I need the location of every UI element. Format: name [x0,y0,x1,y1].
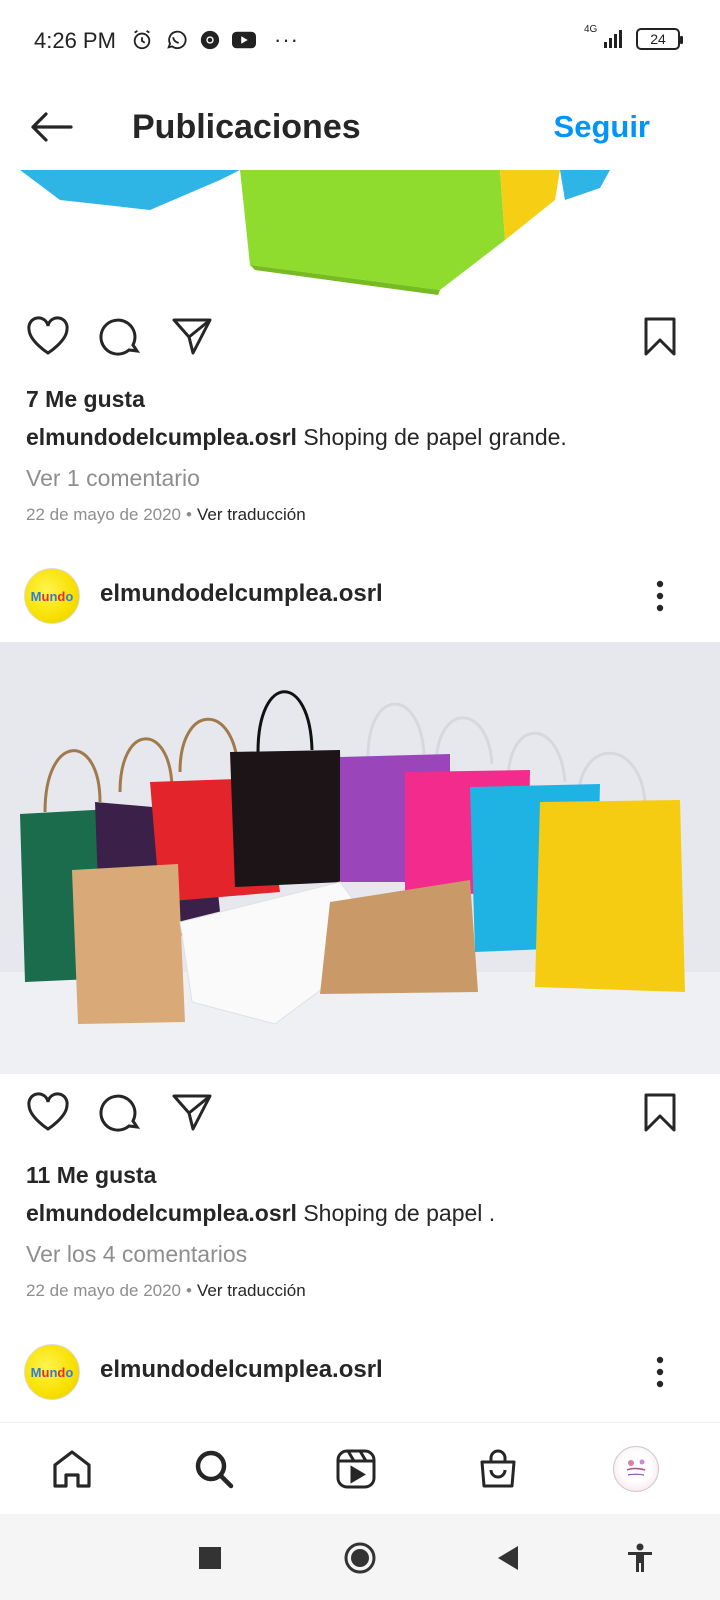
avatar[interactable]: Mundo [24,568,80,624]
post-meta: 22 de mayo de 2020 • Ver traducción [26,1281,306,1301]
nav-search[interactable] [190,1445,238,1493]
nav-reels[interactable] [332,1445,380,1493]
post-username[interactable]: elmundodelcumplea.osrl [100,580,383,608]
translate-link[interactable]: Ver traducción [197,505,306,524]
nav-profile[interactable] [612,1445,660,1493]
like-button[interactable] [24,1088,72,1136]
post-actions [0,1088,720,1144]
more-notifications-icon: ··· [274,27,299,52]
share-button[interactable] [168,1088,216,1136]
status-right: 4G 24 [584,24,683,50]
heart-icon [27,316,69,355]
status-notification-icons: ··· [130,28,299,52]
like-button[interactable] [24,312,72,360]
recents-button[interactable] [190,1538,230,1578]
meta-separator: • [186,505,192,524]
nav-shop[interactable] [474,1445,522,1493]
status-bar: 4:26 PM ··· 4G 24 [0,0,720,84]
network-type: 4G [584,24,598,35]
post-actions [0,312,720,368]
more-options-button[interactable] [642,576,678,616]
bookmark-icon [644,317,676,356]
post-date: 22 de mayo de 2020 [26,505,182,524]
bottom-navigation [0,1422,720,1514]
back-button[interactable] [26,102,76,152]
nav-home[interactable] [48,1445,96,1493]
meta-separator: • [186,1281,192,1300]
post-meta: 22 de mayo de 2020 • Ver traducción [26,505,306,525]
caption-username[interactable]: elmundodelcumplea.osrl [26,1200,297,1226]
post-caption: elmundodelcumplea.osrl Shoping de papel … [26,424,567,451]
post-caption: elmundodelcumplea.osrl Shoping de papel … [26,1200,495,1227]
avatar[interactable]: Mundo [24,1344,80,1400]
save-button[interactable] [636,1088,684,1136]
square-icon [199,1547,221,1569]
home-system-button[interactable] [340,1538,380,1578]
app-header: Publicaciones Seguir [0,84,720,170]
view-comments-link[interactable]: Ver los 4 comentarios [26,1241,247,1268]
accessibility-icon [628,1543,652,1572]
status-time: 4:26 PM [34,28,116,53]
post-header: Mundo elmundodelcumplea.osrl [0,560,720,630]
shop-icon [480,1449,516,1488]
heart-icon [27,1092,69,1131]
post-image[interactable] [0,642,720,1074]
battery-icon: 24 [636,28,683,50]
system-navigation-bar [0,1514,720,1600]
comment-icon [99,318,141,356]
caption-text: Shoping de papel . [303,1200,496,1226]
save-button[interactable] [636,312,684,360]
search-icon [195,1450,234,1489]
post-header: Mundo elmundodelcumplea.osrl [0,1336,720,1406]
caption-text: Shoping de papel grande. [303,424,567,450]
post-image[interactable] [0,170,720,300]
share-button[interactable] [168,312,216,360]
page-title: Publicaciones [132,108,361,146]
send-icon [172,318,212,355]
more-options-button[interactable] [642,1352,678,1392]
follow-button[interactable]: Seguir [554,102,650,152]
alarm-icon [130,28,154,52]
comment-button[interactable] [96,312,144,360]
more-vertical-icon [656,1356,664,1388]
brand-logo: Mundo [30,1364,74,1380]
caption-username[interactable]: elmundodelcumplea.osrl [26,424,297,450]
send-icon [172,1094,212,1131]
brand-logo: Mundo [30,588,74,604]
battery-level: 24 [650,31,666,47]
comment-icon [99,1094,141,1132]
home-icon [53,1450,91,1488]
accessibility-button[interactable] [620,1538,660,1578]
reels-icon [336,1449,376,1489]
triangle-back-icon [498,1546,518,1570]
likes-count[interactable]: 7 Me gusta [26,386,145,413]
likes-count[interactable]: 11 Me gusta [26,1162,156,1189]
profile-avatar [613,1446,659,1492]
translate-link[interactable]: Ver traducción [197,1281,306,1300]
signal-icon: 4G [584,24,626,50]
more-vertical-icon [656,580,664,612]
arrow-left-icon [31,112,73,142]
chrome-icon [198,28,222,52]
comment-button[interactable] [96,1088,144,1136]
whatsapp-icon [164,28,188,52]
post-date: 22 de mayo de 2020 [26,1281,182,1300]
post-username[interactable]: elmundodelcumplea.osrl [100,1356,383,1384]
back-system-button[interactable] [488,1538,528,1578]
youtube-icon [232,28,256,52]
view-comments-link[interactable]: Ver 1 comentario [26,465,200,492]
bookmark-icon [644,1093,676,1132]
circle-icon [344,1542,376,1574]
